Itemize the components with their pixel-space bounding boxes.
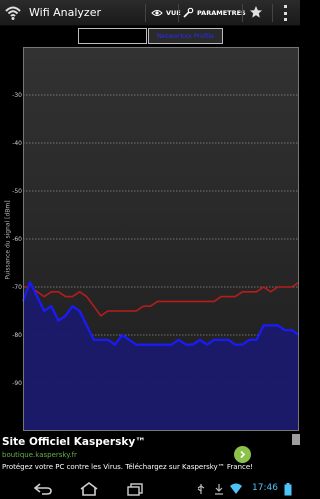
y-tick-label: -70: [12, 284, 22, 291]
ad-info-tab[interactable]: [292, 434, 300, 445]
y-tick-label: -90: [12, 380, 22, 387]
clock: 17:46: [252, 483, 278, 493]
home-icon[interactable]: [78, 482, 100, 496]
battery-icon: [284, 483, 292, 496]
y-tick-label: -80: [12, 332, 22, 339]
ad-description: Protégez votre PC contre les Virus. Télé…: [2, 463, 253, 471]
ad-title[interactable]: Site Officiel Kaspersky™: [2, 436, 146, 448]
y-tick-label: -40: [12, 140, 22, 147]
wifi-signal-icon: [230, 483, 242, 494]
back-icon[interactable]: [32, 482, 54, 496]
ad-url[interactable]: boutique.kaspersky.fr: [2, 451, 77, 459]
download-icon: [215, 484, 223, 495]
chevron-right-icon[interactable]: [234, 446, 251, 463]
recents-icon[interactable]: [124, 482, 146, 496]
usb-icon: [197, 484, 205, 494]
signal-chart: -30 -40 -50 -60 -70 -80 -90: [12, 92, 300, 431]
series-area-1: [23, 282, 299, 431]
y-tick-label: -30: [12, 92, 22, 99]
y-tick-label: -50: [12, 188, 22, 195]
y-tick-label: -60: [12, 236, 22, 243]
